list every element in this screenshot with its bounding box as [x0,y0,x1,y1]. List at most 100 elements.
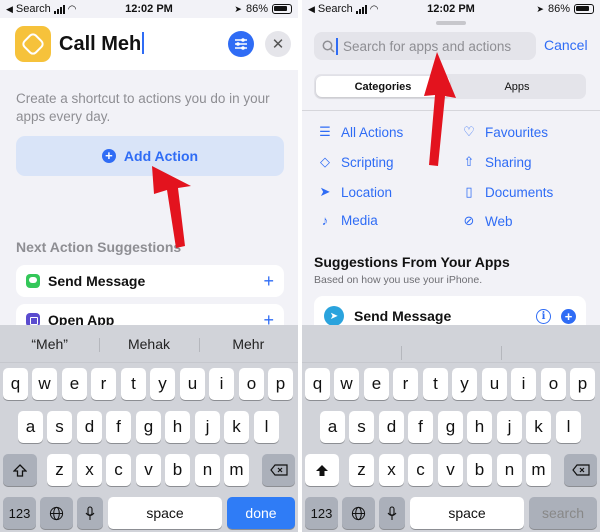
key[interactable]: u [180,368,205,400]
key[interactable]: v [136,454,161,486]
prediction-item[interactable]: Mehak [99,336,198,352]
status-bar: ◀ Search ◠ 12:02 PM ➤ 86% [302,0,600,18]
key[interactable]: h [467,411,492,443]
category-favourites[interactable]: ♡ Favourites [462,124,548,140]
category-scripting[interactable]: ◇ Scripting [318,154,394,170]
suggestion-send-message[interactable]: Send Message + [16,265,284,297]
sheet-grabber[interactable] [436,21,466,25]
key[interactable]: l [254,411,279,443]
key[interactable]: t [121,368,146,400]
back-arrow-icon[interactable]: ◀ [308,4,315,15]
key[interactable]: h [165,411,190,443]
key[interactable]: o [239,368,264,400]
key[interactable]: r [91,368,116,400]
globe-icon[interactable] [342,497,375,529]
key[interactable]: k [526,411,551,443]
add-action-button[interactable]: + Add Action [16,136,284,176]
key[interactable]: w [32,368,57,400]
key[interactable]: w [334,368,359,400]
key[interactable]: l [556,411,581,443]
shift-icon[interactable] [305,454,339,486]
key[interactable]: c [106,454,131,486]
key[interactable]: s [349,411,374,443]
back-arrow-icon[interactable]: ◀ [6,4,13,15]
key[interactable]: f [106,411,131,443]
key[interactable]: o [541,368,566,400]
key[interactable]: x [77,454,102,486]
key[interactable]: q [305,368,330,400]
globe-icon[interactable] [40,497,73,529]
key[interactable]: n [497,454,522,486]
key[interactable]: m [224,454,249,486]
space-key[interactable]: space [410,497,524,529]
key[interactable]: a [320,411,345,443]
key[interactable]: y [452,368,477,400]
tab-apps[interactable]: Apps [450,76,584,97]
key[interactable]: b [165,454,190,486]
key[interactable]: d [379,411,404,443]
key[interactable]: i [209,368,234,400]
space-key[interactable]: space [108,497,222,529]
microphone-icon[interactable] [379,497,405,529]
key[interactable]: a [18,411,43,443]
key[interactable]: s [47,411,72,443]
key[interactable]: g [438,411,463,443]
key[interactable]: j [497,411,522,443]
status-back-label[interactable]: Search [16,3,51,15]
status-back-label[interactable]: Search [318,3,353,15]
key[interactable]: z [349,454,374,486]
key[interactable]: j [195,411,220,443]
category-sharing[interactable]: ⇧ Sharing [462,154,532,170]
key[interactable]: y [150,368,175,400]
add-icon[interactable]: + [263,271,274,292]
shortcut-layers-icon[interactable] [15,26,51,62]
backspace-icon[interactable] [262,454,295,486]
category-documents[interactable]: ▯ Documents [462,184,553,200]
prediction-item[interactable]: “Meh” [0,336,99,352]
key-row-2: a s d f g h j k l [302,411,600,443]
key[interactable]: p [268,368,293,400]
prediction-item[interactable]: Mehr [198,336,298,352]
category-label: Sharing [485,154,532,170]
search-key[interactable]: search [529,497,597,529]
key[interactable]: x [379,454,404,486]
keyboard: “Meh” Mehak Mehr q w e r t y u i o p a s… [0,325,298,532]
key[interactable]: r [393,368,418,400]
key[interactable]: z [47,454,72,486]
key[interactable]: v [438,454,463,486]
microphone-icon[interactable] [77,497,103,529]
key[interactable]: t [423,368,448,400]
search-input[interactable] [343,38,533,54]
key[interactable]: d [77,411,102,443]
backspace-icon[interactable] [564,454,597,486]
category-media[interactable]: ♪ Media [318,213,378,228]
shortcut-name-field[interactable]: Call Meh [59,32,145,56]
cancel-button[interactable]: Cancel [544,37,588,53]
done-key[interactable]: done [227,497,295,529]
numbers-key[interactable]: 123 [305,497,338,529]
key[interactable]: i [511,368,536,400]
category-location[interactable]: ➤ Location [318,184,393,200]
sliders-icon[interactable] [228,31,254,57]
category-all-actions[interactable]: ☰ All Actions [318,124,403,140]
key[interactable]: c [408,454,433,486]
key[interactable]: m [526,454,551,486]
tab-categories[interactable]: Categories [316,76,450,97]
key[interactable]: b [467,454,492,486]
key[interactable]: e [364,368,389,400]
key[interactable]: f [408,411,433,443]
key[interactable]: p [570,368,595,400]
key[interactable]: k [224,411,249,443]
close-icon[interactable]: ✕ [265,31,291,57]
numbers-key[interactable]: 123 [3,497,36,529]
key[interactable]: g [136,411,161,443]
add-icon[interactable]: + [561,308,576,324]
search-bar[interactable] [314,32,536,60]
category-web[interactable]: ⊘ Web [462,213,513,229]
key[interactable]: u [482,368,507,400]
key[interactable]: e [62,368,87,400]
shift-icon[interactable] [3,454,37,486]
key[interactable]: q [3,368,28,400]
info-icon[interactable]: i [536,308,551,324]
key[interactable]: n [195,454,220,486]
